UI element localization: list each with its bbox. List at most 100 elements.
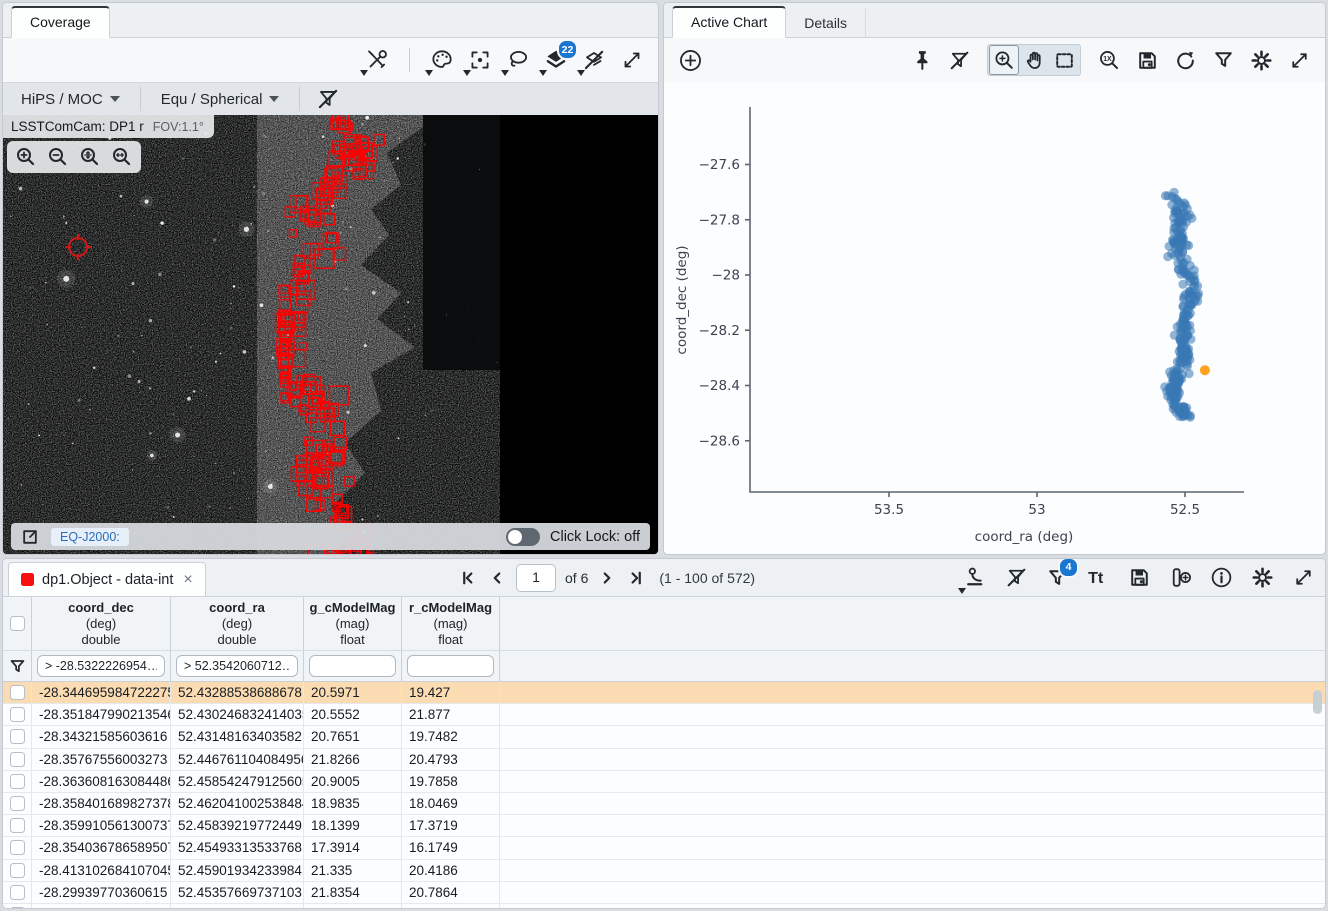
row-checkbox[interactable] bbox=[3, 726, 32, 747]
table-cell: 18.1399 bbox=[304, 815, 402, 836]
expand-icon[interactable] bbox=[1285, 46, 1313, 74]
firefly-app: Coverage bbox=[0, 0, 1328, 911]
tab-details[interactable]: Details bbox=[786, 9, 866, 38]
filter-input-coord-ra[interactable] bbox=[176, 655, 298, 677]
first-page-button[interactable] bbox=[458, 564, 478, 592]
zoom-1x-icon[interactable]: 1X bbox=[1095, 46, 1123, 74]
expand-icon[interactable] bbox=[618, 46, 646, 74]
prev-page-button[interactable] bbox=[487, 564, 507, 592]
column-header[interactable]: coord_ra (deg) double bbox=[171, 597, 304, 650]
filter-off-icon[interactable] bbox=[945, 46, 973, 74]
table-title: dp1.Object - data-int bbox=[42, 572, 173, 588]
add-column-icon[interactable] bbox=[1166, 564, 1194, 592]
refresh-icon[interactable] bbox=[1171, 46, 1199, 74]
table-row[interactable]: -28.35184799021354652.43024683241403520.… bbox=[3, 704, 1325, 726]
palette-icon[interactable] bbox=[428, 46, 456, 74]
table-row[interactable]: -28.2993977036061552.4535766973710321.83… bbox=[3, 882, 1325, 904]
close-icon[interactable]: × bbox=[183, 571, 192, 589]
column-header[interactable]: coord_dec (deg) double bbox=[32, 597, 171, 650]
row-checkbox[interactable] bbox=[3, 860, 32, 881]
analysis-icon[interactable] bbox=[961, 564, 989, 592]
svg-text:1X: 1X bbox=[1103, 55, 1112, 62]
column-header[interactable]: g_cModelMag (mag) float bbox=[304, 597, 402, 650]
table-row[interactable]: -28.41310268410704552.4590193423398421.3… bbox=[3, 860, 1325, 882]
zoom-out-icon[interactable] bbox=[44, 143, 72, 171]
row-checkbox[interactable] bbox=[3, 682, 32, 703]
expand-icon[interactable] bbox=[1289, 564, 1317, 592]
next-page-button[interactable] bbox=[597, 564, 617, 592]
table-row[interactable]: -28.35991056130073752.4583921977244918.1… bbox=[3, 815, 1325, 837]
pin-icon[interactable] bbox=[907, 46, 935, 74]
table-row[interactable]: -28.3432158560361652.4314816340358220.76… bbox=[3, 726, 1325, 748]
hips-moc-dropdown[interactable]: HiPS / MOC bbox=[15, 91, 126, 108]
table-cell: 52.458542479125605 bbox=[171, 771, 304, 792]
save-icon[interactable] bbox=[1133, 46, 1161, 74]
zoom-fit-icon[interactable] bbox=[76, 143, 104, 171]
page-input[interactable] bbox=[516, 564, 556, 592]
svg-text:52.5: 52.5 bbox=[1170, 502, 1200, 518]
table-row-partial[interactable] bbox=[3, 904, 1325, 909]
row-checkbox[interactable] bbox=[3, 793, 32, 814]
open-in-new-window-icon[interactable] bbox=[19, 526, 41, 548]
zoom-in-icon[interactable] bbox=[12, 143, 40, 171]
table-row[interactable]: -28.3576755600327352.44676110408495621.8… bbox=[3, 749, 1325, 771]
tab-coverage[interactable]: Coverage bbox=[11, 6, 110, 38]
sky-image[interactable] bbox=[3, 115, 658, 555]
zoom-fill-icon[interactable] bbox=[108, 143, 136, 171]
table-cell: 21.8354 bbox=[304, 882, 402, 903]
row-checkbox[interactable] bbox=[3, 815, 32, 836]
table-scrollbar-thumb[interactable] bbox=[1313, 690, 1322, 714]
scatter-chart[interactable]: −27.6−27.8−28−28.2−28.4−28.653.55352.5co… bbox=[664, 82, 1325, 555]
row-checkbox[interactable] bbox=[3, 882, 32, 903]
select-area-icon[interactable] bbox=[1050, 46, 1078, 74]
table-row[interactable]: -28.36360816308448652.45854247912560520.… bbox=[3, 771, 1325, 793]
row-checkbox[interactable] bbox=[3, 771, 32, 792]
table-body: -28.34469598472227552.4328853868867820.5… bbox=[3, 682, 1325, 909]
filter-input-coord-dec[interactable] bbox=[37, 655, 165, 677]
layers-off-icon[interactable] bbox=[580, 46, 608, 74]
gear-icon[interactable] bbox=[1247, 46, 1275, 74]
gear-icon[interactable] bbox=[1248, 564, 1276, 592]
save-icon[interactable] bbox=[1125, 564, 1153, 592]
lasso-icon[interactable] bbox=[504, 46, 532, 74]
text-view-icon[interactable]: Tt bbox=[1084, 564, 1112, 592]
table-cell: -28.35767556003273 bbox=[32, 749, 171, 770]
row-checkbox[interactable] bbox=[3, 749, 32, 770]
table-cell: 21.8266 bbox=[304, 749, 402, 770]
sky-viewer[interactable]: LSSTComCam: DP1 r FOV:1.1° bbox=[3, 115, 658, 555]
row-checkbox[interactable] bbox=[3, 837, 32, 858]
tools-icon[interactable] bbox=[363, 46, 391, 74]
add-chart-icon[interactable] bbox=[676, 46, 704, 74]
table-row[interactable]: -28.35840168982737852.46204100253848418.… bbox=[3, 793, 1325, 815]
filter-input-r-cmodelmag[interactable] bbox=[407, 655, 494, 677]
click-lock-toggle[interactable] bbox=[506, 528, 540, 546]
table-filter-row bbox=[3, 651, 1325, 682]
select-all-checkbox[interactable] bbox=[3, 597, 32, 650]
row-checkbox[interactable] bbox=[3, 704, 32, 725]
table-row[interactable]: -28.34469598472227552.4328853868867820.5… bbox=[3, 682, 1325, 704]
table-cell: 52.45357669737103 bbox=[171, 882, 304, 903]
chart-toolbar: 1X bbox=[664, 38, 1325, 82]
filter-icon[interactable]: 4 bbox=[1043, 564, 1071, 592]
table-row[interactable]: -28.35403678658950752.4549331353376817.3… bbox=[3, 837, 1325, 859]
table-tab[interactable]: dp1.Object - data-int × bbox=[8, 562, 206, 596]
last-page-button[interactable] bbox=[626, 564, 646, 592]
filter-icon[interactable] bbox=[1209, 46, 1237, 74]
pan-icon[interactable] bbox=[1020, 46, 1048, 74]
recenter-icon[interactable] bbox=[466, 46, 494, 74]
filter-off-icon[interactable] bbox=[314, 85, 342, 113]
column-header[interactable]: r_cModelMag (mag) float bbox=[402, 597, 500, 650]
tab-active-chart[interactable]: Active Chart bbox=[672, 6, 786, 38]
table-cell: -28.354036786589507 bbox=[32, 837, 171, 858]
filter-off-icon[interactable] bbox=[1002, 564, 1030, 592]
filter-input-g-cmodelmag[interactable] bbox=[309, 655, 396, 677]
layers-count-badge: 22 bbox=[557, 39, 578, 60]
info-icon[interactable] bbox=[1207, 564, 1235, 592]
projection-dropdown[interactable]: Equ / Spherical bbox=[155, 91, 286, 108]
layers-icon[interactable]: 22 bbox=[542, 46, 570, 74]
zoom-controls bbox=[7, 141, 141, 173]
zoom-in-icon[interactable] bbox=[990, 46, 1018, 74]
chevron-down-icon bbox=[269, 96, 279, 102]
table-cell: 18.9835 bbox=[304, 793, 402, 814]
fov-label: FOV:1.1° bbox=[153, 120, 204, 134]
